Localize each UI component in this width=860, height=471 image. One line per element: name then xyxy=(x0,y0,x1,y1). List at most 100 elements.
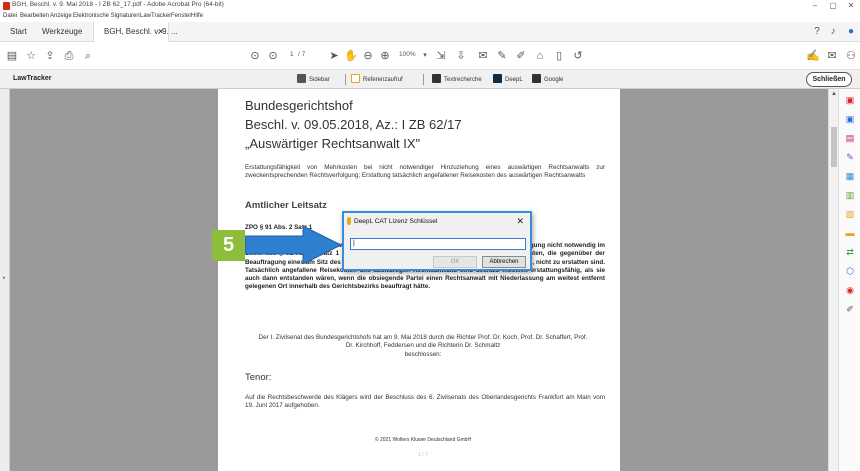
referenz-label: Referenzaufruf xyxy=(363,77,403,83)
tab-close-icon[interactable]: × xyxy=(158,22,163,42)
scroll-mode-icon[interactable]: ⇩ xyxy=(454,49,468,63)
lawtracker-close-button[interactable]: Schließen xyxy=(806,72,852,87)
vertical-scrollbar[interactable]: ▲ xyxy=(828,89,838,471)
comment-tool-icon[interactable]: ▧ xyxy=(845,209,855,220)
page-current[interactable]: 1 xyxy=(290,51,294,58)
page-down-icon[interactable]: ⊙ xyxy=(266,49,280,63)
doc-leitsatz-heading: Amtlicher Leitsatz xyxy=(245,200,327,211)
textsearch-icon xyxy=(432,74,441,83)
separator xyxy=(345,74,346,85)
menu-signaturen[interactable]: Elektronische Signaturen xyxy=(73,13,140,19)
textrecherche-label: Textrecherche xyxy=(444,77,482,83)
menu-anzeige[interactable]: Anzeige xyxy=(50,13,72,19)
zoom-in-icon[interactable]: ⊕ xyxy=(378,49,392,63)
lawtracker-sidebar-button[interactable]: Sidebar xyxy=(297,74,330,85)
fit-page-icon[interactable]: ⇲ xyxy=(434,49,448,63)
account-icon[interactable]: ● xyxy=(845,26,857,38)
highlight-icon[interactable]: ✐ xyxy=(514,49,528,63)
title-bar: BGH, Beschl. v. 9. Mai 2018 - I ZB 62_17… xyxy=(0,0,860,13)
key-icon xyxy=(347,217,351,225)
more-tools-icon[interactable]: ✐ xyxy=(845,304,855,315)
menu-hilfe[interactable]: Hilfe xyxy=(191,13,203,19)
annotate-icon[interactable]: ▬ xyxy=(845,228,855,239)
doc-senate: Der I. Zivilsenat des Bundesgerichtshofs… xyxy=(258,334,588,350)
export-pdf-icon[interactable]: ▣ xyxy=(845,95,855,106)
tab-document-label: BGH, Beschl. v. 9. ... xyxy=(104,27,178,36)
rotate-icon[interactable]: ↺ xyxy=(571,49,585,63)
delete-icon[interactable]: ▯ xyxy=(552,49,566,63)
deepl-icon xyxy=(493,74,502,83)
doc-court: Bundesgerichtshof xyxy=(245,98,353,113)
email-icon[interactable]: ✉ xyxy=(825,49,839,63)
maximize-button[interactable]: ▢ xyxy=(824,0,842,13)
left-panel[interactable]: ▸ xyxy=(0,89,10,471)
create-pdf-icon[interactable]: ▣ xyxy=(845,114,855,125)
share-icon[interactable]: ⚇ xyxy=(844,49,858,63)
reference-icon xyxy=(351,74,360,83)
pen-icon[interactable]: ✎ xyxy=(495,49,509,63)
menu-bar: Datei Bearbeiten Anzeige Elektronische S… xyxy=(0,13,860,22)
compare-icon[interactable]: ⇄ xyxy=(845,247,855,258)
dialog-title: DeepL CAT Lizenz Schlüssel xyxy=(354,218,438,225)
new-document-icon[interactable]: ▤ xyxy=(5,49,19,63)
scroll-thumb[interactable] xyxy=(831,127,837,167)
document-area: Bundesgerichtshof Beschl. v. 09.05.2018,… xyxy=(10,89,838,471)
doc-summary: Erstattungsfähigkeit von Mehrkosten bei … xyxy=(245,164,605,180)
sidebar-label: Sidebar xyxy=(309,77,330,83)
redact-icon[interactable]: ◉ xyxy=(845,285,855,296)
separator xyxy=(423,74,424,85)
lawtracker-bar: LawTracker Sidebar Referenzaufruf Textre… xyxy=(0,70,860,89)
minimize-button[interactable]: – xyxy=(806,0,824,13)
doc-subtitle: „Auswärtiger Rechtsanwalt IX" xyxy=(245,136,421,151)
lawtracker-title: LawTracker xyxy=(13,75,52,82)
page-total: / 7 xyxy=(298,51,306,58)
google-label: Google xyxy=(544,77,564,83)
menu-datei[interactable]: Datei xyxy=(3,13,17,19)
toolbar: ▤ ☆ ⇪ ⎙ ⌕ ⊙ ⊙ 1 / 7 ➤ ✋ ⊖ ⊕ 100% ▾ ⇲ ⇩ ✉… xyxy=(0,42,860,70)
lawtracker-referenz-button[interactable]: Referenzaufruf xyxy=(351,74,403,85)
close-window-button[interactable]: ✕ xyxy=(842,0,860,13)
search-icon[interactable]: ⌕ xyxy=(81,49,95,63)
tab-bar: Start Werkzeuge BGH, Beschl. v. 9. ... ×… xyxy=(0,22,860,42)
acrobat-icon xyxy=(3,2,10,10)
zoom-dropdown-icon[interactable]: ▾ xyxy=(418,49,432,63)
doc-decision: Beschl. v. 09.05.2018, Az.: I ZB 62/17 xyxy=(245,117,462,132)
doc-footer: © 2021 Wolters Kluwer Deutschland GmbH xyxy=(374,437,472,443)
protect-icon[interactable]: ⬡ xyxy=(845,266,855,277)
lawtracker-textrecherche-button[interactable]: Textrecherche xyxy=(432,74,482,85)
lawtracker-deepl-button[interactable]: DeepL xyxy=(493,74,523,85)
stamp-icon[interactable]: ⌂ xyxy=(533,49,547,63)
zoom-out-icon[interactable]: ⊖ xyxy=(361,49,375,63)
combine-icon[interactable]: ▦ xyxy=(845,171,855,182)
comment-icon[interactable]: ✉ xyxy=(476,49,490,63)
bell-icon[interactable]: ♪ xyxy=(827,26,839,38)
ok-button[interactable]: OK xyxy=(433,256,477,268)
fill-sign-icon[interactable]: ✎ xyxy=(845,152,855,163)
organize-icon[interactable]: ▥ xyxy=(845,190,855,201)
license-key-input[interactable]: | xyxy=(350,238,526,250)
tab-start[interactable]: Start xyxy=(10,22,27,42)
tab-document[interactable]: BGH, Beschl. v. 9. ... × xyxy=(93,22,178,42)
select-cursor-icon[interactable]: ➤ xyxy=(327,49,341,63)
expand-panel-icon[interactable]: ▸ xyxy=(3,275,6,281)
upload-icon[interactable]: ⇪ xyxy=(43,49,57,63)
page-up-icon[interactable]: ⊙ xyxy=(248,49,262,63)
dialog-close-icon[interactable]: ✕ xyxy=(516,216,524,227)
pdf-page: Bundesgerichtshof Beschl. v. 09.05.2018,… xyxy=(218,89,620,471)
cancel-button[interactable]: Abbrechen xyxy=(482,256,526,268)
menu-fenster[interactable]: Fenster xyxy=(171,13,191,19)
bookmark-star-icon[interactable]: ☆ xyxy=(24,49,38,63)
zoom-level[interactable]: 100% xyxy=(399,51,416,58)
sign-icon[interactable]: ✍ xyxy=(806,49,820,63)
lawtracker-google-button[interactable]: Google xyxy=(532,74,563,85)
tab-werkzeuge[interactable]: Werkzeuge xyxy=(42,22,82,42)
doc-tenor-heading: Tenor: xyxy=(245,372,272,383)
menu-bearbeiten[interactable]: Bearbeiten xyxy=(20,13,49,19)
pointer-arrow-icon xyxy=(245,226,343,264)
print-icon[interactable]: ⎙ xyxy=(62,49,76,63)
help-icon[interactable]: ? xyxy=(811,26,823,38)
hand-tool-icon[interactable]: ✋ xyxy=(344,49,358,63)
scroll-up-icon[interactable]: ▲ xyxy=(831,91,837,97)
menu-lawtracker[interactable]: LawTracker xyxy=(140,13,171,19)
edit-pdf-icon[interactable]: ▤ xyxy=(845,133,855,144)
